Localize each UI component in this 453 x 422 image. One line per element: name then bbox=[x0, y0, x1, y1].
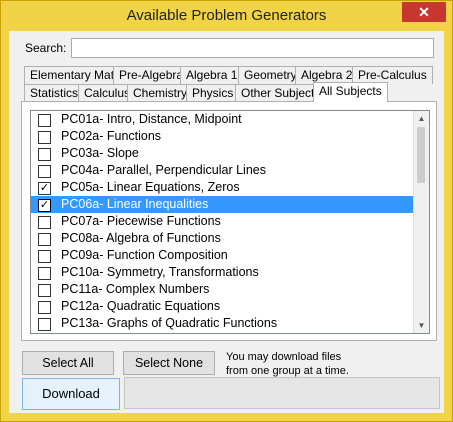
list-item[interactable]: PC12a- Quadratic Equations bbox=[31, 298, 429, 315]
item-label: PC07a- Piecewise Functions bbox=[61, 214, 221, 228]
item-label: PC06a- Linear Inequalities bbox=[61, 197, 209, 211]
item-checkbox[interactable] bbox=[38, 301, 51, 314]
item-checkbox[interactable] bbox=[38, 267, 51, 280]
item-checkbox[interactable] bbox=[38, 216, 51, 229]
download-note: You may download files from one group at… bbox=[226, 350, 366, 378]
search-label: Search: bbox=[25, 41, 67, 55]
status-box bbox=[124, 377, 440, 409]
item-checkbox[interactable] bbox=[38, 318, 51, 331]
list-item[interactable]: PC08a- Algebra of Functions bbox=[31, 230, 429, 247]
scroll-down-icon[interactable]: ▼ bbox=[414, 318, 429, 333]
note-line-1: You may download files bbox=[226, 351, 342, 363]
list-item[interactable]: ✓ PC05a- Linear Equations, Zeros bbox=[31, 179, 429, 196]
scroll-thumb[interactable] bbox=[417, 127, 425, 183]
item-checkbox[interactable] bbox=[38, 114, 51, 127]
list-item[interactable]: PC10a- Symmetry, Transformations bbox=[31, 264, 429, 281]
item-label: PC11a- Complex Numbers bbox=[61, 282, 210, 296]
item-label: PC01a- Intro, Distance, Midpoint bbox=[61, 112, 242, 126]
item-checkbox[interactable]: ✓ bbox=[38, 182, 51, 195]
window-title: Available Problem Generators bbox=[126, 7, 327, 24]
item-checkbox[interactable]: ✓ bbox=[38, 199, 51, 212]
download-button[interactable]: Download bbox=[22, 378, 120, 410]
select-all-button[interactable]: Select All bbox=[22, 351, 114, 375]
item-checkbox[interactable] bbox=[38, 233, 51, 246]
list-item[interactable]: PC04a- Parallel, Perpendicular Lines bbox=[31, 162, 429, 179]
item-checkbox[interactable] bbox=[38, 250, 51, 263]
item-label: PC04a- Parallel, Perpendicular Lines bbox=[61, 163, 266, 177]
item-checkbox[interactable] bbox=[38, 148, 51, 161]
list-item[interactable]: PC13a- Graphs of Quadratic Functions bbox=[31, 315, 429, 332]
close-icon: ✕ bbox=[418, 4, 430, 20]
scroll-up-icon[interactable]: ▲ bbox=[414, 111, 429, 126]
item-checkbox[interactable] bbox=[38, 284, 51, 297]
generator-list[interactable]: PC01a- Intro, Distance, Midpoint PC02a- F… bbox=[30, 110, 430, 334]
item-label: PC08a- Algebra of Functions bbox=[61, 231, 221, 245]
tab-geometry[interactable]: Geometry bbox=[238, 66, 303, 84]
list-item[interactable]: PC09a- Function Composition bbox=[31, 247, 429, 264]
item-label: PC02a- Functions bbox=[61, 129, 162, 143]
list-item[interactable]: PC07a- Piecewise Functions bbox=[31, 213, 429, 230]
close-button[interactable]: ✕ bbox=[402, 2, 446, 22]
note-line-2: from one group at a time. bbox=[226, 365, 349, 377]
item-label: PC09a- Function Composition bbox=[61, 248, 228, 262]
list-item[interactable]: ✓ PC06a- Linear Inequalities bbox=[31, 196, 429, 213]
tab-physics[interactable]: Physics bbox=[186, 84, 240, 102]
tab-panel-all-subjects: PC01a- Intro, Distance, Midpoint PC02a- F… bbox=[21, 101, 437, 341]
client-area: Search: Elementary Math Pre-Algebra Alge… bbox=[9, 31, 444, 413]
tab-statistics[interactable]: Statistics bbox=[24, 84, 85, 102]
list-item[interactable]: PC11a- Complex Numbers bbox=[31, 281, 429, 298]
list-item[interactable]: PC01a- Intro, Distance, Midpoint bbox=[31, 111, 429, 128]
title-bar[interactable]: Available Problem Generators ✕ bbox=[1, 1, 452, 31]
tab-elementary-math[interactable]: Elementary Math bbox=[24, 66, 127, 84]
item-label: PC10a- Symmetry, Transformations bbox=[61, 265, 259, 279]
list-item[interactable]: PC03a- Slope bbox=[31, 145, 429, 162]
app-window: Available Problem Generators ✕ Search: E… bbox=[0, 0, 453, 422]
tab-pre-algebra[interactable]: Pre-Algebra bbox=[113, 66, 190, 84]
tab-chemistry[interactable]: Chemistry bbox=[127, 84, 194, 102]
select-none-button[interactable]: Select None bbox=[123, 351, 215, 375]
item-label: PC13a- Graphs of Quadratic Functions bbox=[61, 316, 278, 330]
item-label: PC05a- Linear Equations, Zeros bbox=[61, 180, 240, 194]
list-item[interactable]: PC02a- Functions bbox=[31, 128, 429, 145]
tab-all-subjects[interactable]: All Subjects bbox=[313, 82, 388, 102]
item-checkbox[interactable] bbox=[38, 165, 51, 178]
item-checkbox[interactable] bbox=[38, 131, 51, 144]
search-input[interactable] bbox=[71, 38, 434, 58]
item-label: PC03a- Slope bbox=[61, 146, 139, 160]
item-label: PC12a- Quadratic Equations bbox=[61, 299, 221, 313]
list-scrollbar[interactable]: ▲ ▼ bbox=[413, 111, 429, 333]
tab-algebra-1[interactable]: Algebra 1 bbox=[180, 66, 244, 84]
